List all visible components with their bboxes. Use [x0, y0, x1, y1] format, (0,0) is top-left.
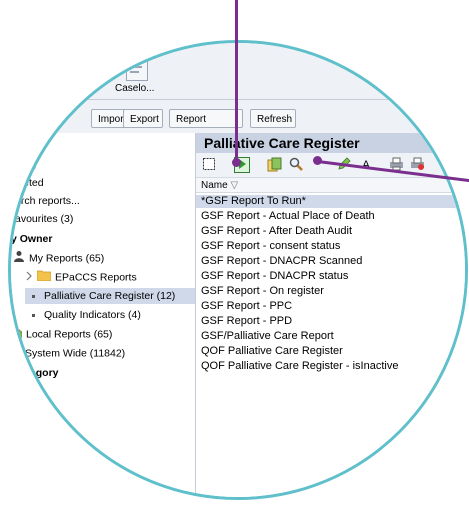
- bullet-icon: [31, 307, 36, 323]
- annotation-dot-search: [313, 156, 322, 165]
- tree-item-pending[interactable]: g (1): [15, 157, 37, 173]
- report-row[interactable]: GSF Report - PPC: [196, 300, 465, 313]
- tree-item-label: avourites (3): [15, 213, 74, 225]
- report-queue-button[interactable]: Report Queue: [169, 109, 243, 144]
- tree-item-label: y Owner: [11, 233, 53, 245]
- column-label: Name: [201, 180, 228, 191]
- tree-group-by-owner[interactable]: y Owner: [11, 231, 52, 247]
- report-row[interactable]: GSF Report - After Death Audit: [196, 225, 465, 238]
- tree-item-completed[interactable]: pleted: [15, 175, 44, 191]
- tree-item-label: EPaCCS Reports: [55, 271, 137, 284]
- tree-item-label: g (1): [15, 159, 37, 171]
- chevron-right-icon: [25, 270, 33, 286]
- tree-group-by-category[interactable]: Category: [13, 365, 59, 381]
- tree-item-palliative-care-register[interactable]: Palliative Care Register (12): [25, 288, 195, 304]
- refresh-button[interactable]: Refresh: [250, 109, 296, 128]
- tree-item-label: System Wide (11842): [25, 347, 126, 360]
- tree-item-search-reports[interactable]: arch reports...: [15, 193, 80, 209]
- report-row[interactable]: GSF Report - DNACPR status: [196, 270, 465, 283]
- report-row[interactable]: GSF Report - PPD: [196, 315, 465, 328]
- annotation-dot-run: [232, 158, 241, 167]
- tree-item-epaccs-reports[interactable]: EPaCCS Reports: [25, 269, 137, 285]
- name-column-header[interactable]: Name ▽: [196, 178, 465, 193]
- tree-item-label: Local Reports (65): [26, 328, 113, 341]
- report-row[interactable]: GSF Report - On register: [196, 285, 465, 298]
- caselo-label: Caselo...: [115, 83, 155, 94]
- report-row[interactable]: *GSF Report To Run*: [196, 195, 465, 208]
- tree-item-local-reports[interactable]: Local Reports (65): [11, 326, 113, 343]
- magnifier-lens: Caselo... Import Export Report Queue Ref…: [8, 40, 468, 500]
- export-button[interactable]: Export: [123, 109, 163, 128]
- tree-item-label: Category: [13, 367, 59, 379]
- tree-item-label: My Reports (65): [29, 252, 105, 265]
- report-row[interactable]: GSF/Palliative Care Report: [196, 330, 465, 343]
- report-row[interactable]: GSF Report - DNACPR Scanned: [196, 255, 465, 268]
- report-row[interactable]: GSF Report - consent status: [196, 240, 465, 253]
- tree-item-label: Palliative Care Register (12): [44, 290, 176, 302]
- tree-item-label: arch reports...: [15, 195, 80, 207]
- print-options-icon[interactable]: [409, 157, 425, 173]
- tree-item-my-reports[interactable]: My Reports (65): [13, 250, 104, 266]
- copy-report-icon[interactable]: [266, 157, 282, 173]
- ribbon-divider: [11, 99, 465, 100]
- folder-icon: [36, 269, 52, 286]
- tree-item-system-wide[interactable]: System Wide (11842): [11, 345, 126, 362]
- annotation-line-run: [235, 0, 238, 164]
- report-list-pane: Palliative Care Register A Name ▽ *GSF R…: [196, 133, 465, 497]
- select-icon[interactable]: [201, 157, 217, 173]
- tree-item-label: pleted: [15, 177, 44, 189]
- sort-icon: ▽: [230, 180, 239, 191]
- tree-item-quality-indicators[interactable]: Quality Indicators (4): [25, 307, 141, 323]
- report-row[interactable]: QOF Palliative Care Register: [196, 345, 465, 358]
- tree-item-favourites[interactable]: avourites (3): [15, 211, 73, 227]
- user-icon: [13, 250, 25, 267]
- report-row[interactable]: GSF Report - Actual Place of Death: [196, 210, 465, 223]
- tree-item-label: Quality Indicators (4): [44, 309, 141, 321]
- local-reports-icon: [11, 326, 22, 343]
- search-icon[interactable]: [288, 157, 304, 173]
- report-tree-pane: (1907) g (1) pleted arch reports... avou…: [11, 133, 196, 497]
- bullet-icon: [31, 288, 36, 304]
- tree-item-all[interactable]: (1907): [15, 139, 45, 155]
- report-row[interactable]: QOF Palliative Care Register - isInactiv…: [196, 360, 465, 373]
- caselo-icon[interactable]: [126, 61, 148, 81]
- globe-icon: [11, 345, 21, 362]
- tree-item-label: (1907): [15, 141, 46, 153]
